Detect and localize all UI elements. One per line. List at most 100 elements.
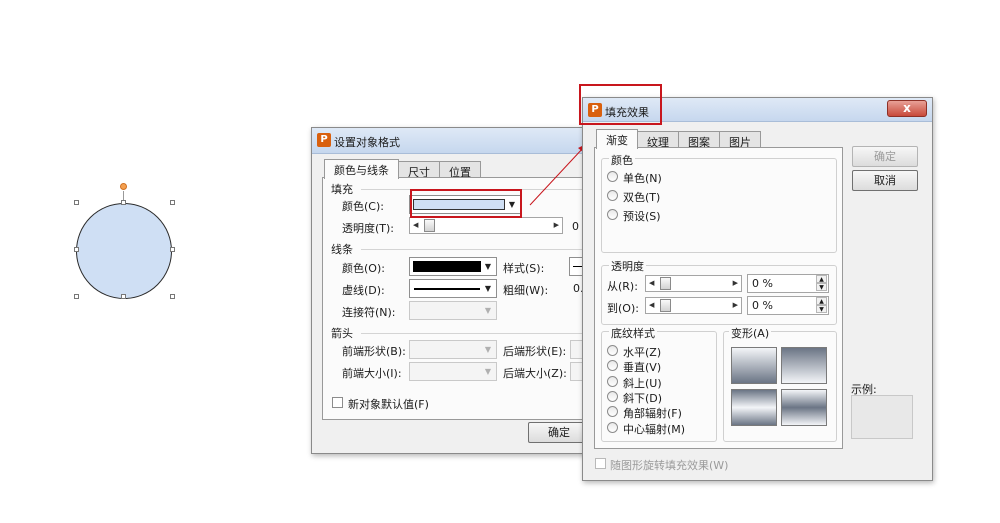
radio-vertical-label: 垂直(V) bbox=[623, 361, 662, 374]
radio-from-center[interactable] bbox=[607, 422, 618, 433]
radio-horizontal-label: 水平(Z) bbox=[623, 346, 662, 359]
from-spin[interactable]: 0 % ▲ ▼ bbox=[747, 274, 829, 293]
radio-diagonal-up-label: 斜上(U) bbox=[623, 377, 662, 390]
end-style-label: 后端形状(E): bbox=[503, 345, 567, 358]
radio-vertical[interactable] bbox=[607, 360, 618, 371]
line-color-combo[interactable]: ▼ bbox=[409, 257, 497, 276]
variant-1[interactable] bbox=[731, 347, 777, 384]
spin-down-icon[interactable]: ▼ bbox=[816, 305, 827, 313]
radio-diagonal-down[interactable] bbox=[607, 391, 618, 402]
colors-group-label: 颜色 bbox=[609, 152, 635, 168]
resize-handle-ne[interactable] bbox=[170, 200, 175, 205]
rotate-with-shape-checkbox[interactable] bbox=[595, 458, 606, 469]
to-label: 到(O): bbox=[607, 302, 639, 315]
format-dialog-titlebar: P 设置对象格式 bbox=[312, 128, 600, 154]
resize-handle-e[interactable] bbox=[170, 247, 175, 252]
fill-effects-dialog: P 填充效果 x 渐变 纹理 图案 图片 颜色 单色(N) 双色(T) 预设(S… bbox=[582, 97, 933, 481]
shading-styles-label: 底纹样式 bbox=[609, 325, 657, 341]
line-color-label: 颜色(O): bbox=[342, 262, 385, 275]
arrow-section-label: 箭头 bbox=[331, 327, 353, 340]
line-dash-preview bbox=[414, 288, 480, 290]
line-dash-label: 虚线(D): bbox=[342, 284, 385, 297]
app-logo-icon: P bbox=[317, 133, 331, 147]
spin-up-icon[interactable]: ▲ bbox=[816, 297, 827, 305]
line-connector-label: 连接符(N): bbox=[342, 306, 396, 319]
begin-style-combo[interactable]: ▼ bbox=[409, 340, 497, 359]
dropdown-arrow-icon: ▼ bbox=[484, 306, 492, 315]
format-dialog-title: 设置对象格式 bbox=[334, 136, 400, 149]
fill-transparency-slider[interactable]: ◀ ▶ bbox=[409, 217, 563, 234]
default-object-label: 新对象默认值(F) bbox=[348, 398, 429, 411]
fill-transparency-value: 0 bbox=[572, 220, 579, 233]
slider-left-arrow-icon[interactable]: ◀ bbox=[649, 301, 654, 309]
fill-ok-button[interactable]: 确定 bbox=[852, 146, 918, 167]
to-spin[interactable]: 0 % ▲ ▼ bbox=[747, 296, 829, 315]
resize-handle-s[interactable] bbox=[121, 294, 126, 299]
slider-right-arrow-icon[interactable]: ▶ bbox=[733, 301, 738, 309]
from-slider[interactable]: ◀ ▶ bbox=[645, 275, 742, 292]
line-weight-label: 粗细(W): bbox=[503, 284, 549, 297]
circle-shape[interactable] bbox=[76, 203, 172, 299]
line-connector-combo[interactable]: ▼ bbox=[409, 301, 497, 320]
transparency-group-label: 透明度 bbox=[609, 258, 646, 274]
radio-preset-label: 预设(S) bbox=[623, 210, 661, 223]
tab-gradient[interactable]: 渐变 bbox=[596, 129, 638, 149]
fill-section-label: 填充 bbox=[331, 183, 353, 196]
to-slider-thumb[interactable] bbox=[660, 299, 671, 312]
slider-right-arrow-icon[interactable]: ▶ bbox=[733, 279, 738, 287]
line-divider bbox=[361, 249, 593, 250]
fill-cancel-button[interactable]: 取消 bbox=[852, 170, 918, 191]
resize-handle-nw[interactable] bbox=[74, 200, 79, 205]
dropdown-arrow-icon: ▼ bbox=[484, 367, 492, 376]
resize-handle-se[interactable] bbox=[170, 294, 175, 299]
line-dash-combo[interactable]: ▼ bbox=[409, 279, 497, 298]
slider-left-arrow-icon[interactable]: ◀ bbox=[413, 221, 418, 229]
radio-preset[interactable] bbox=[607, 209, 618, 220]
begin-size-label: 前端大小(I): bbox=[342, 367, 402, 380]
slider-left-arrow-icon[interactable]: ◀ bbox=[649, 279, 654, 287]
close-icon[interactable]: x bbox=[887, 100, 927, 117]
from-slider-thumb[interactable] bbox=[660, 277, 671, 290]
gradient-panel: 颜色 单色(N) 双色(T) 预设(S) 透明度 从(R): ◀ ▶ 0 % ▲… bbox=[594, 147, 843, 449]
variants-label: 变形(A) bbox=[729, 325, 772, 341]
sample-preview bbox=[851, 395, 913, 439]
fill-color-highlight bbox=[410, 189, 522, 218]
resize-handle-w[interactable] bbox=[74, 247, 79, 252]
resize-handle-sw[interactable] bbox=[74, 294, 79, 299]
format-ok-button[interactable]: 确定 bbox=[528, 422, 590, 443]
radio-one-color[interactable] bbox=[607, 171, 618, 182]
variant-2[interactable] bbox=[781, 347, 827, 384]
fill-dialog-title-highlight bbox=[579, 84, 662, 125]
variant-3[interactable] bbox=[731, 389, 777, 426]
radio-one-color-label: 单色(N) bbox=[623, 172, 662, 185]
default-object-checkbox[interactable] bbox=[332, 397, 343, 408]
arrow-divider bbox=[361, 333, 593, 334]
spin-up-icon[interactable]: ▲ bbox=[816, 275, 827, 283]
radio-two-colors[interactable] bbox=[607, 190, 618, 201]
format-object-dialog: P 设置对象格式 颜色与线条 尺寸 位置 填充 颜色(C): ▼ 透明度(T):… bbox=[311, 127, 601, 454]
dropdown-arrow-icon: ▼ bbox=[484, 345, 492, 354]
line-style-label: 样式(S): bbox=[503, 262, 545, 275]
rotate-with-shape-label: 随图形旋转填充效果(W) bbox=[610, 459, 729, 472]
tab-colors-lines[interactable]: 颜色与线条 bbox=[324, 159, 399, 179]
end-size-label: 后端大小(Z): bbox=[503, 367, 567, 380]
line-section-label: 线条 bbox=[331, 243, 353, 256]
rotation-handle[interactable] bbox=[120, 183, 127, 190]
dropdown-arrow-icon: ▼ bbox=[484, 284, 492, 293]
from-spin-value: 0 % bbox=[752, 277, 773, 290]
variant-4[interactable] bbox=[781, 389, 827, 426]
slider-right-arrow-icon[interactable]: ▶ bbox=[554, 221, 559, 229]
spin-down-icon[interactable]: ▼ bbox=[816, 283, 827, 291]
fill-transparency-label: 透明度(T): bbox=[342, 222, 395, 235]
line-color-swatch bbox=[413, 261, 481, 272]
resize-handle-n[interactable] bbox=[121, 200, 126, 205]
begin-style-label: 前端形状(B): bbox=[342, 345, 406, 358]
from-label: 从(R): bbox=[607, 280, 638, 293]
radio-horizontal[interactable] bbox=[607, 345, 618, 356]
radio-diagonal-up[interactable] bbox=[607, 376, 618, 387]
to-spin-value: 0 % bbox=[752, 299, 773, 312]
begin-size-combo[interactable]: ▼ bbox=[409, 362, 497, 381]
to-slider[interactable]: ◀ ▶ bbox=[645, 297, 742, 314]
fill-transparency-thumb[interactable] bbox=[424, 219, 435, 232]
radio-from-corner[interactable] bbox=[607, 406, 618, 417]
